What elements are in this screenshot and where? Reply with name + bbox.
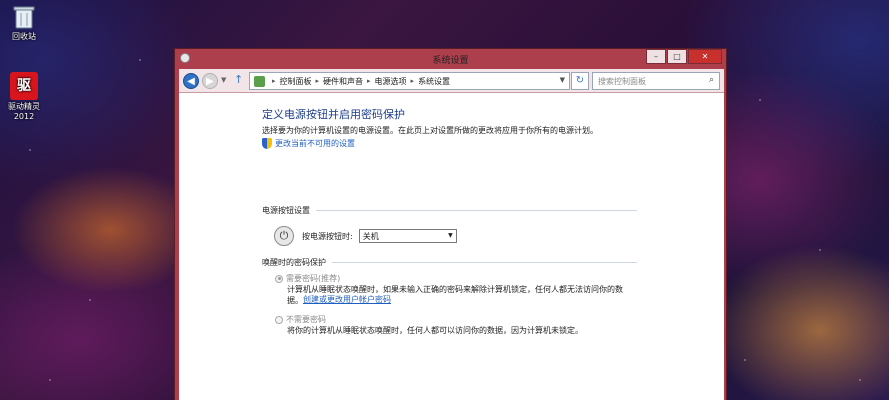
power-button-row: ⏻ 按电源按钮时: 关机 ▼	[274, 226, 457, 246]
up-level-icon[interactable]: ↑	[234, 73, 243, 86]
power-action-select[interactable]: 关机 ▼	[358, 229, 457, 243]
no-password-option[interactable]: 不需要密码	[275, 314, 326, 325]
minimize-button[interactable]: –	[646, 49, 666, 64]
control-panel-icon	[254, 75, 265, 87]
wake-section-header: 唤醒时的密码保护	[262, 257, 637, 268]
desktop-icon-label: 回收站	[12, 32, 36, 41]
caption-buttons: – □ ✕	[645, 49, 722, 64]
search-input[interactable]: 搜索控制面板 ⌕	[592, 72, 720, 90]
desktop-icon-recycle-bin[interactable]: 回收站	[0, 4, 48, 42]
change-settings-link-text[interactable]: 更改当前不可用的设置	[275, 138, 355, 149]
power-button-label: 按电源按钮时:	[302, 231, 353, 241]
no-password-description: 将你的计算机从睡眠状态唤醒时，任何人都可以访问你的数据，因为计算机未锁定。	[287, 326, 583, 335]
desktop-icon-qudong[interactable]: 驱 驱动精灵 2012	[0, 72, 48, 122]
require-password-radio[interactable]	[275, 274, 283, 283]
section-divider	[316, 210, 637, 211]
forward-button[interactable]: ▶	[202, 73, 218, 89]
address-dropdown-icon[interactable]: ▼	[560, 76, 565, 84]
page-description: 选择要为你的计算机设置的电源设置。在此页上对设置所做的更改将应用于你所有的电源计…	[262, 126, 598, 135]
desktop-icon-label: 驱动精灵 2012	[8, 102, 40, 121]
require-password-option[interactable]: 需要密码(推荐)	[275, 273, 340, 284]
window-title: 系统设置	[432, 56, 469, 66]
close-button[interactable]: ✕	[688, 49, 722, 64]
shield-icon	[262, 138, 272, 149]
window-titlebar[interactable]: 系统设置 – □ ✕	[175, 49, 726, 67]
no-password-radio[interactable]	[275, 315, 283, 324]
breadcrumb-item[interactable]: 系统设置	[418, 76, 450, 87]
navigation-bar: ◀ ▶ ▼ ↑ ▸ 控制面板 ▸ 硬件和声音 ▸ 电源选项 ▸ 系统设置 ▼ ↻…	[179, 69, 724, 93]
recent-pages-icon[interactable]: ▼	[221, 76, 226, 84]
page-heading: 定义电源按钮并启用密码保护	[262, 108, 405, 121]
breadcrumb-item[interactable]: 硬件和声音	[323, 76, 363, 87]
power-icon: ⏻	[274, 226, 294, 246]
maximize-button[interactable]: □	[667, 49, 687, 64]
content-area: 定义电源按钮并启用密码保护 选择要为你的计算机设置的电源设置。在此页上对设置所做…	[179, 93, 724, 400]
address-bar[interactable]: ▸ 控制面板 ▸ 硬件和声音 ▸ 电源选项 ▸ 系统设置 ▼	[249, 72, 570, 90]
no-password-label: 不需要密码	[286, 315, 326, 324]
section-divider	[332, 262, 637, 263]
power-section-title: 电源按钮设置	[262, 206, 310, 215]
chevron-down-icon: ▼	[448, 232, 453, 239]
breadcrumb-item[interactable]: 控制面板	[280, 76, 312, 87]
search-placeholder: 搜索控制面板	[598, 77, 646, 86]
power-section-header: 电源按钮设置	[262, 205, 637, 216]
recycle-bin-icon	[13, 6, 35, 29]
refresh-button[interactable]: ↻	[571, 72, 589, 90]
search-icon[interactable]: ⌕	[709, 75, 714, 85]
create-password-link[interactable]: 创建或更改用户帐户密码	[303, 294, 391, 305]
back-button[interactable]: ◀	[183, 73, 199, 89]
change-settings-link[interactable]: 更改当前不可用的设置	[262, 138, 355, 149]
breadcrumb-item[interactable]: 电源选项	[375, 76, 407, 87]
app-icon: 驱	[10, 72, 38, 100]
system-settings-window: 系统设置 – □ ✕ ◀ ▶ ▼ ↑ ▸ 控制面板 ▸ 硬件和声音 ▸ 电源选项…	[174, 48, 727, 400]
power-action-value: 关机	[362, 232, 379, 241]
wake-section-title: 唤醒时的密码保护	[262, 258, 326, 267]
require-password-label: 需要密码(推荐)	[286, 274, 341, 283]
